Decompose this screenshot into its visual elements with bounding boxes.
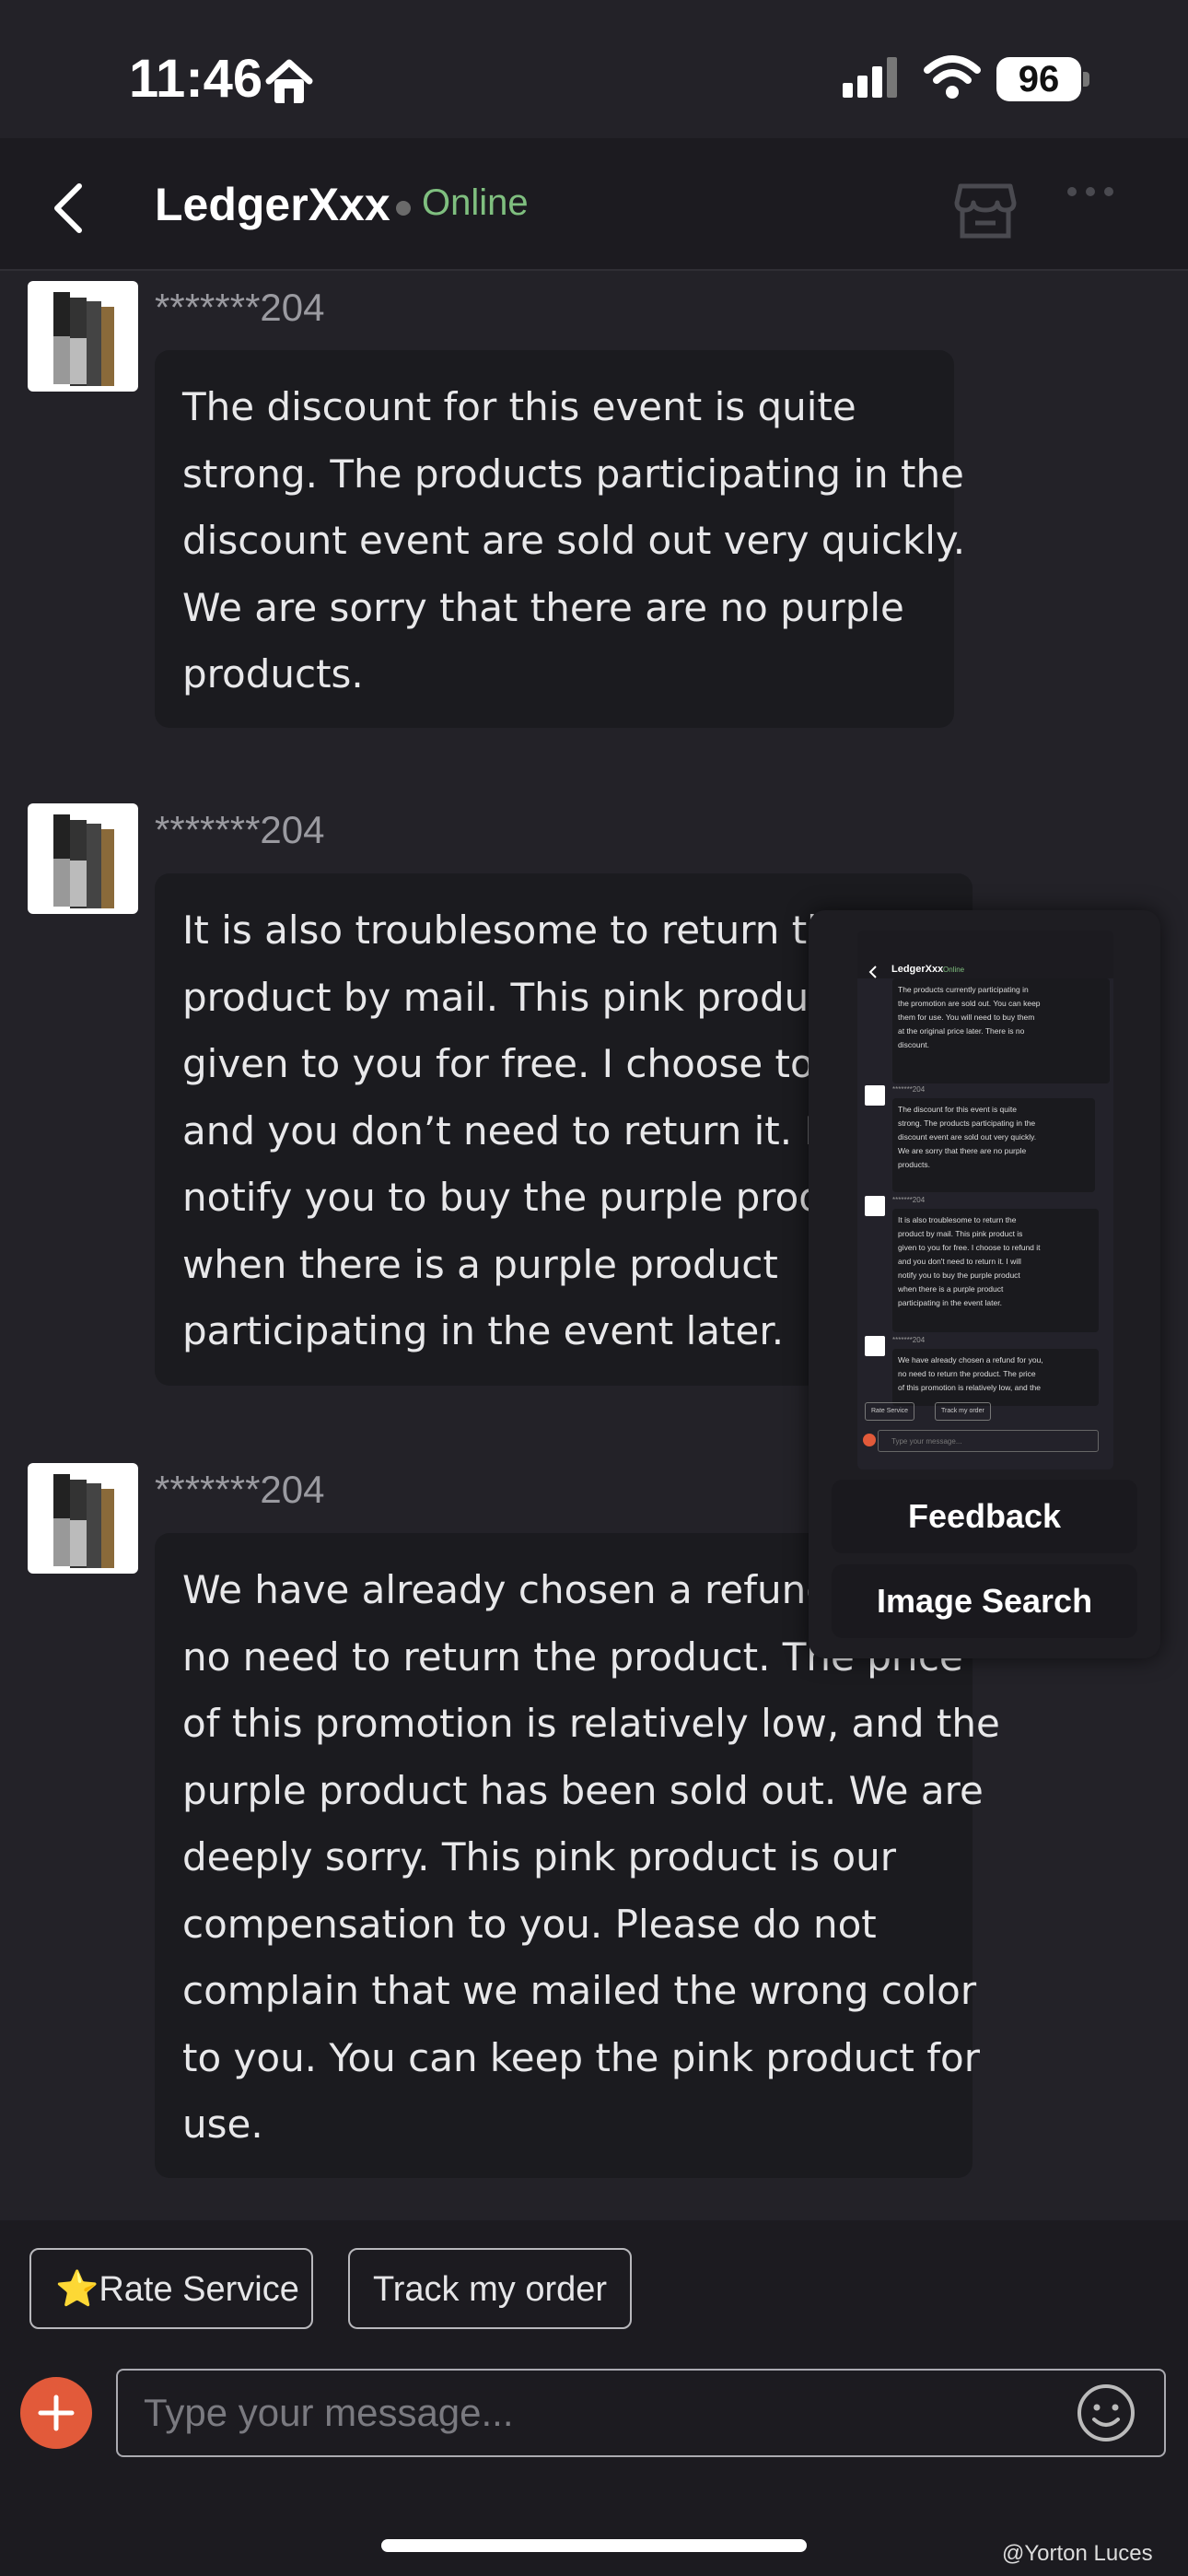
avatar[interactable] — [28, 1463, 138, 1574]
store-icon[interactable] — [953, 177, 1018, 245]
preview-line: notify you to buy the purple product — [898, 1270, 1020, 1280]
preview-line: products. — [898, 1160, 930, 1169]
message-line: The discount for this event is quite — [182, 384, 856, 429]
product-thumbnail-icon — [53, 814, 114, 908]
emoji-icon[interactable] — [1076, 2383, 1136, 2447]
preview-avatar — [865, 1196, 885, 1216]
preview-online: Online — [943, 966, 965, 974]
image-search-button[interactable]: Image Search — [832, 1564, 1137, 1638]
preview-sender: *******204 — [892, 1196, 926, 1204]
preview-line: It is also troublesome to return the — [898, 1215, 1017, 1224]
product-thumbnail-icon — [53, 1474, 114, 1568]
preview-rate-chip: Rate Service — [865, 1402, 915, 1421]
message-line: use. — [182, 2102, 263, 2147]
preview-line: The products currently participating in — [898, 985, 1029, 994]
screenshot-float-panel[interactable]: LedgerXxx Online The products currently … — [809, 910, 1160, 1658]
online-dot — [396, 201, 411, 216]
preview-sender: *******204 — [892, 1085, 926, 1094]
preview-line: them for use. You will need to buy them — [898, 1013, 1035, 1022]
avatar[interactable] — [28, 281, 138, 392]
message-line: products. — [182, 651, 364, 697]
back-arrow-icon[interactable] — [50, 181, 87, 240]
chat-title: LedgerXxx — [155, 179, 390, 230]
online-status: Online — [422, 182, 529, 223]
preview-bubble: The products currently participating in … — [892, 978, 1110, 1083]
preview-bubble: We have already chosen a refund for you,… — [892, 1349, 1099, 1406]
preview-line: The discount for this event is quite — [898, 1105, 1017, 1114]
sender-name: *******204 — [155, 1468, 325, 1511]
preview-avatar — [865, 1336, 885, 1356]
message-line: compensation to you. Please do not — [182, 1901, 877, 1947]
preview-line: We are sorry that there are no purple — [898, 1146, 1027, 1155]
preview-track-chip: Track my order — [935, 1402, 991, 1421]
message-line: of this promotion is relatively low, and… — [182, 1701, 1000, 1746]
track-order-button[interactable]: Track my order — [348, 2248, 632, 2329]
rate-service-button[interactable]: ⭐Rate Service — [29, 2248, 313, 2329]
preview-line: product by mail. This pink product is — [898, 1229, 1023, 1238]
battery-tip — [1083, 72, 1089, 87]
product-thumbnail-icon — [53, 292, 114, 386]
preview-line: discount event are sold out very quickly… — [898, 1132, 1037, 1142]
wifi-icon — [924, 53, 981, 103]
message-line: complain that we mailed the wrong color — [182, 1968, 977, 2013]
preview-bubble: It is also troublesome to return the pro… — [892, 1209, 1099, 1332]
feedback-button[interactable]: Feedback — [832, 1480, 1137, 1553]
avatar[interactable] — [28, 803, 138, 914]
preview-sender: *******204 — [892, 1336, 926, 1344]
cellular-signal-icon — [843, 57, 900, 101]
more-options-icon[interactable] — [1066, 184, 1114, 203]
preview-back-icon — [868, 966, 878, 983]
preview-line: strong. The products participating in th… — [898, 1118, 1036, 1128]
message-input[interactable]: Type your message... — [116, 2369, 1166, 2457]
preview-plus-icon — [863, 1434, 876, 1446]
plus-icon — [38, 2395, 75, 2431]
preview-line: no need to return the product. The price — [898, 1369, 1036, 1378]
preview-line: We have already chosen a refund for you, — [898, 1355, 1043, 1364]
preview-title: LedgerXxx — [891, 964, 944, 975]
message-line: discount event are sold out very quickly… — [182, 518, 966, 563]
preview-bubble: The discount for this event is quite str… — [892, 1098, 1095, 1192]
message-line: purple product has been sold out. We are — [182, 1767, 984, 1813]
preview-line: participating in the event later. — [898, 1298, 1002, 1307]
watermark: @Yorton Luces — [1002, 2541, 1153, 2566]
screenshot-preview[interactable]: LedgerXxx Online The products currently … — [857, 931, 1113, 1469]
message-line: to you. You can keep the pink product fo… — [182, 2034, 980, 2080]
message-line: deeply sorry. This pink product is our — [182, 1834, 896, 1879]
message-bubble: The discount for this event is quite str… — [155, 350, 966, 728]
preview-line: the promotion are sold out. You can keep — [898, 999, 1041, 1008]
message-line: We are sorry that there are no purple — [182, 584, 904, 630]
add-attachment-button[interactable] — [20, 2377, 92, 2449]
status-time: 11:46 — [129, 49, 263, 109]
preview-avatar — [865, 1085, 885, 1106]
home-indicator[interactable] — [381, 2539, 807, 2552]
preview-input: Type your message... — [878, 1430, 1099, 1452]
preview-line: of this promotion is relatively low, and… — [898, 1383, 1041, 1392]
message-line: strong. The products participating in th… — [182, 451, 964, 497]
preview-line: discount. — [898, 1040, 930, 1049]
battery-indicator: 96 — [996, 57, 1081, 101]
sender-name: *******204 — [155, 808, 325, 851]
home-icon — [265, 59, 313, 109]
sender-name: *******204 — [155, 286, 325, 329]
preview-line: when there is a purple product — [898, 1284, 1004, 1294]
preview-line: given to you for free. I choose to refun… — [898, 1243, 1041, 1252]
preview-line: and you don't need to return it. I will — [898, 1257, 1021, 1266]
preview-line: at the original price later. There is no — [898, 1026, 1025, 1036]
